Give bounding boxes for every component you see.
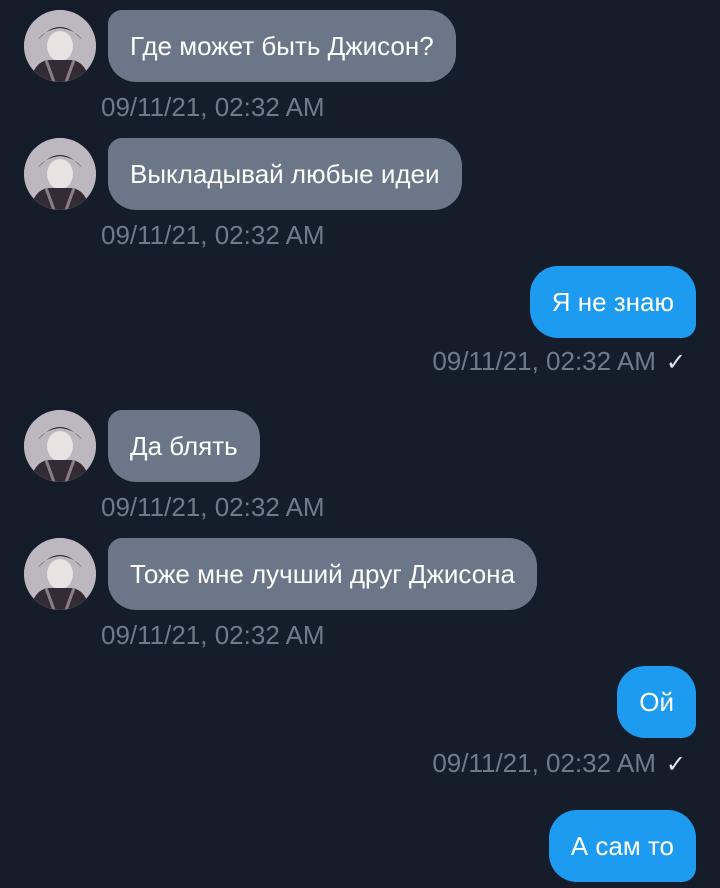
check-icon: ✓ <box>665 349 686 376</box>
message-timestamp-row: 09/11/21, 02:32 AM ✓ <box>432 748 686 780</box>
message-timestamp: 09/11/21, 02:32 AM <box>101 92 325 122</box>
message-bubble-outgoing[interactable]: А сам то <box>548 810 696 882</box>
contact-avatar[interactable] <box>24 410 96 482</box>
message-bubble-incoming[interactable]: Где может быть Джисон? <box>108 10 456 82</box>
message-timestamp: 09/11/21, 02:32 AM <box>432 346 656 376</box>
message-timestamp: 09/11/21, 02:32 AM <box>101 492 325 522</box>
contact-avatar[interactable] <box>24 10 96 82</box>
message-bubble-outgoing[interactable]: Ой <box>617 666 696 738</box>
message-bubble-incoming[interactable]: Да блять <box>108 410 260 482</box>
message-bubble-incoming[interactable]: Тоже мне лучший друг Джисона <box>108 538 537 610</box>
message-timestamp-row: 09/11/21, 02:32 AM ✓ <box>432 346 686 378</box>
message-timestamp: 09/11/21, 02:32 AM <box>101 220 325 250</box>
avatar-photo-icon <box>24 138 96 210</box>
avatar-photo-icon <box>24 538 96 610</box>
check-icon: ✓ <box>665 751 686 778</box>
message-timestamp: 09/11/21, 02:32 AM <box>432 748 656 778</box>
message-timestamp: 09/11/21, 02:32 AM <box>101 620 325 650</box>
message-bubble-incoming[interactable]: Выкладывай любые идеи <box>108 138 462 210</box>
contact-avatar[interactable] <box>24 538 96 610</box>
avatar-photo-icon <box>24 410 96 482</box>
chat-thread[interactable]: Где может быть Джисон? 09/11/21, 02:32 A… <box>0 0 720 888</box>
contact-avatar[interactable] <box>24 138 96 210</box>
avatar-photo-icon <box>24 10 96 82</box>
message-bubble-outgoing[interactable]: Я не знаю <box>529 266 696 338</box>
